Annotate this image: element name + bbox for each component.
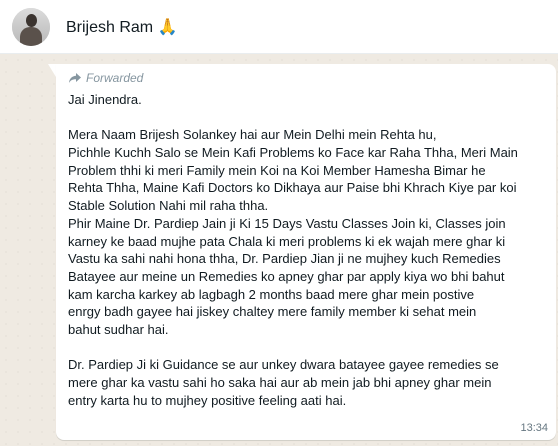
message-line: karney ke baad mujhe pata Chala ki meri … bbox=[68, 233, 506, 249]
contact-name[interactable]: Brijesh Ram 🙏 bbox=[66, 17, 178, 37]
message-line: Dr. Pardiep Ji ki Guidance se aur unkey … bbox=[68, 357, 499, 373]
message-line: bahut sudhar hai. bbox=[68, 321, 169, 337]
forwarded-label: Forwarded bbox=[68, 71, 143, 85]
message-line: Mera Naam Brijesh Solankey hai aur Mein … bbox=[68, 127, 437, 143]
message-timestamp: 13:34 bbox=[520, 422, 548, 434]
forward-arrow-icon bbox=[69, 73, 81, 83]
message-text: Jai Jinendra. Mera Naam Brijesh Solankey … bbox=[68, 91, 552, 409]
chat-header: Brijesh Ram 🙏 bbox=[0, 0, 558, 54]
message-line: kam karcha karkey ab lagbagh 2 months ba… bbox=[68, 286, 475, 302]
message-line: mere ghar ka vastu sahi ho saka hai aur … bbox=[68, 375, 492, 390]
message-line: enrgy badh gayee hai jiskey chaltey mere… bbox=[68, 304, 477, 320]
avatar[interactable] bbox=[12, 8, 50, 46]
message-line: Problem thhi ki meri Family mein Koi na … bbox=[68, 162, 486, 178]
message-line: entry karta hu to mujhey positive feelin… bbox=[68, 392, 347, 408]
forwarded-text: Forwarded bbox=[86, 71, 144, 85]
message-bubble[interactable]: Forwarded Jai Jinendra. Mera Naam Brijesh… bbox=[56, 64, 556, 440]
message-line: Phir Maine Dr. Pardiep Jain ji Ki 15 Day… bbox=[68, 215, 506, 231]
bubble-tail bbox=[48, 64, 56, 77]
message-line: Vastu ka sahi nahi hona thha, Dr. Pardie… bbox=[68, 251, 501, 267]
message-line: Batayee aur meine un Remedies ko apney g… bbox=[68, 268, 505, 284]
message-line: Rehta Thha, Maine Kafi Doctors ko Dikhay… bbox=[68, 180, 517, 196]
message-line: Stable Solution Nahi mil raha thha. bbox=[68, 198, 269, 214]
message-line: Jai Jinendra. bbox=[68, 92, 142, 107]
message-line: Pichhle Kuchh Salo se Mein Kafi Problems… bbox=[68, 145, 518, 161]
